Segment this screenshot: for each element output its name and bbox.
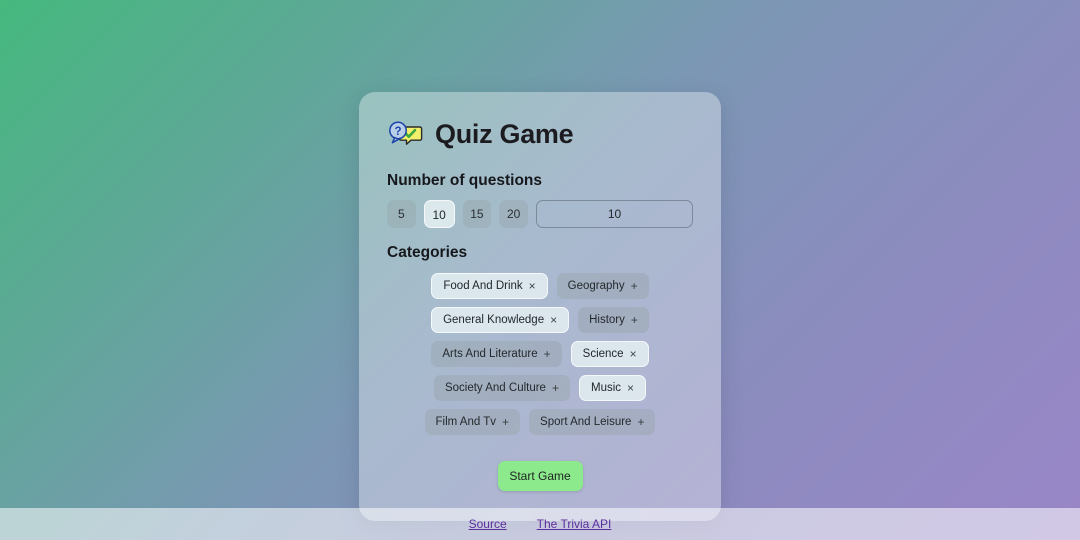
quiz-speech-bubble-icon: ? (387, 118, 423, 150)
category-chip-arts-and-literature[interactable]: Arts And Literature + (431, 341, 562, 367)
footer-link-source[interactable]: Source (469, 517, 507, 531)
svg-text:?: ? (394, 126, 401, 138)
category-chip-history[interactable]: History + (578, 307, 649, 333)
footer-link-trivia-api[interactable]: The Trivia API (537, 517, 612, 531)
chip-label: Science (582, 348, 624, 360)
categories-label: Categories (387, 244, 468, 261)
chip-label: Geography (567, 280, 625, 292)
category-chip-society-and-culture[interactable]: Society And Culture + (433, 375, 570, 401)
app-stage: ? Quiz Game Number of questions 5 10 15 … (0, 0, 1080, 521)
count-option-10[interactable]: 10 (423, 200, 455, 228)
chip-label: General Knowledge (443, 314, 545, 326)
page-footer: Source The Trivia API (0, 508, 1080, 540)
count-option-5[interactable]: 5 (387, 200, 416, 228)
chip-remove-icon: × (528, 279, 536, 293)
chip-add-icon: + (630, 313, 638, 327)
quiz-setup-card: ? Quiz Game Number of questions 5 10 15 … (359, 92, 721, 521)
category-chip-list: Food And Drink × Geography + General Kno… (387, 273, 693, 435)
custom-question-count-input[interactable] (536, 200, 693, 228)
count-option-15[interactable]: 15 (462, 200, 492, 228)
chip-label: Sport And Leisure (540, 416, 632, 428)
chip-remove-icon: × (550, 313, 558, 327)
chip-add-icon: + (637, 415, 645, 429)
chip-add-icon: + (543, 347, 551, 361)
chip-remove-icon: × (627, 381, 635, 395)
start-game-row: Start Game (387, 461, 693, 491)
chip-remove-icon: × (629, 347, 637, 361)
chip-label: Society And Culture (444, 382, 546, 394)
category-chip-sport-and-leisure[interactable]: Sport And Leisure + (529, 409, 656, 435)
chip-label: History (589, 314, 625, 326)
category-chip-music[interactable]: Music × (578, 375, 647, 401)
category-chip-film-and-tv[interactable]: Film And Tv + (424, 409, 521, 435)
category-chip-general-knowledge[interactable]: General Knowledge × (431, 307, 570, 333)
category-chip-geography[interactable]: Geography + (556, 273, 649, 299)
question-count-label: Number of questions (387, 172, 543, 189)
chip-label: Arts And Literature (442, 348, 538, 360)
card-header: ? Quiz Game (387, 118, 693, 150)
chip-label: Film And Tv (435, 416, 497, 428)
chip-add-icon: + (502, 415, 510, 429)
question-count-row: 5 10 15 20 (387, 200, 693, 228)
category-chip-science[interactable]: Science × (570, 341, 649, 367)
count-option-20[interactable]: 20 (499, 200, 528, 228)
chip-add-icon: + (551, 381, 559, 395)
chip-label: Food And Drink (443, 280, 523, 292)
start-game-button[interactable]: Start Game (497, 461, 583, 491)
chip-add-icon: + (630, 279, 638, 293)
chip-label: Music (590, 382, 622, 394)
category-chip-food-and-drink[interactable]: Food And Drink × (431, 273, 548, 299)
page-title: Quiz Game (435, 118, 574, 149)
